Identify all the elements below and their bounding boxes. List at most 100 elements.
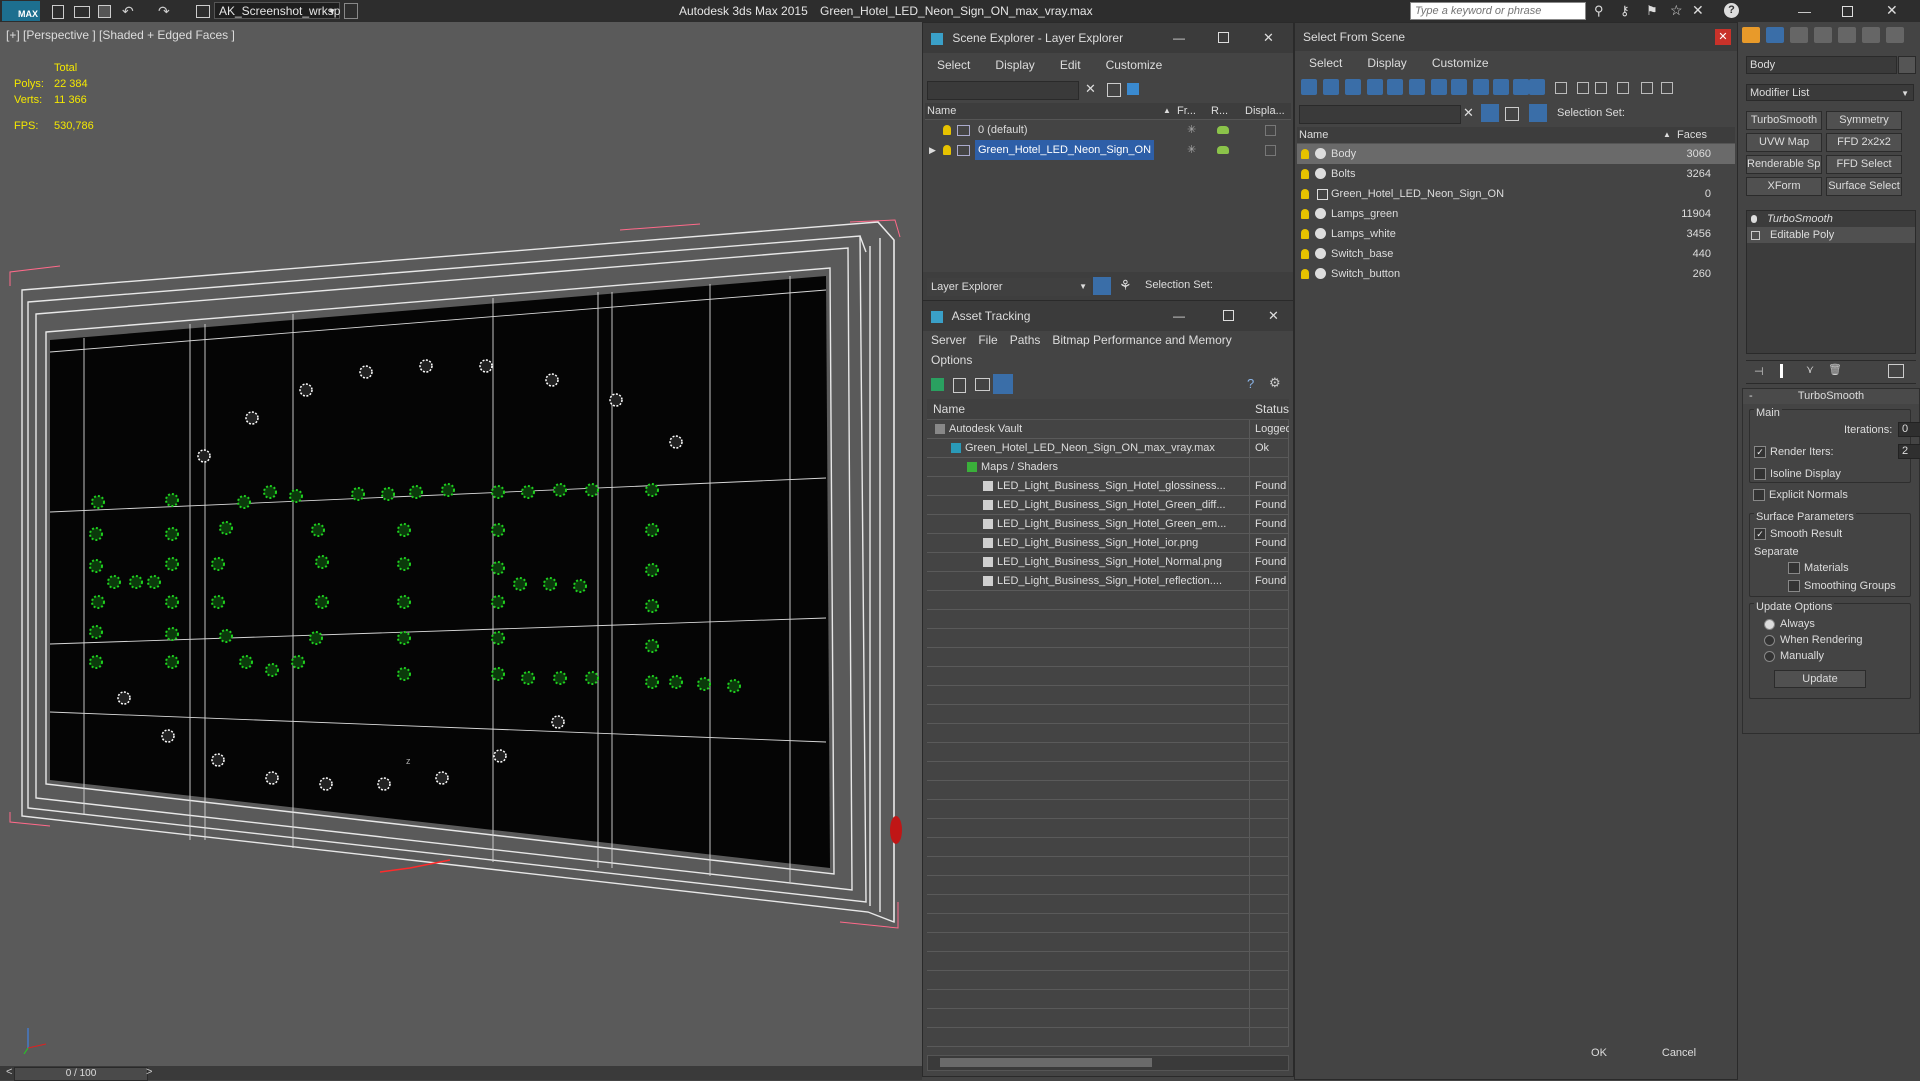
modifier-button[interactable]: FFD 2x2x2 [1826, 133, 1902, 152]
motion-tab-icon[interactable] [1814, 27, 1832, 43]
minimize-icon[interactable]: — [1173, 301, 1185, 331]
isoline-checkbox[interactable] [1754, 468, 1771, 481]
asset-row[interactable]: LED_Light_Business_Sign_Hotel_reflection… [927, 572, 1289, 591]
layer-view-icon[interactable] [1505, 107, 1519, 121]
geometry-filter-icon[interactable] [1301, 79, 1317, 95]
sign-wireframe[interactable]: z [0, 22, 922, 1067]
exchange-icon[interactable]: ✕ [1692, 2, 1704, 19]
time-next-button[interactable]: > [146, 1066, 152, 1078]
new-file-icon[interactable] [52, 5, 64, 19]
modifier-button[interactable]: XForm [1746, 177, 1822, 196]
thumbnail-view-icon[interactable] [975, 378, 990, 391]
maximize-icon[interactable] [1223, 310, 1234, 321]
menu-customize[interactable]: Customize [1106, 58, 1163, 72]
column-status[interactable]: Status [1255, 399, 1289, 419]
object-row[interactable]: Lamps_white 3456 [1297, 224, 1735, 244]
save-file-icon[interactable] [98, 5, 111, 18]
hierarchy-tab-icon[interactable] [1790, 27, 1808, 43]
key-icon[interactable]: ⚷ [1620, 3, 1630, 19]
perspective-viewport[interactable]: [+] [Perspective ] [Shaded + Edged Faces… [0, 22, 922, 1067]
object-color-swatch[interactable] [1898, 56, 1916, 74]
layer-mode-icon[interactable] [1093, 277, 1111, 295]
render-iters-checkbox[interactable]: ✓ [1754, 446, 1771, 459]
remove-modifier-icon[interactable]: 🗑 [1828, 363, 1842, 376]
workspace-dropdown[interactable]: AK_Screenshot_wrksp ▼ [214, 2, 340, 19]
object-name-field[interactable]: Body [1746, 56, 1897, 74]
minimize-icon[interactable]: — [1173, 23, 1185, 53]
menu-customize[interactable]: Customize [1432, 56, 1489, 70]
layer-row[interactable]: ▶ Green_Hotel_LED_Neon_Sign_ON ✳ [925, 140, 1291, 160]
manually-radio[interactable] [1764, 650, 1780, 662]
lightbulb-icon[interactable] [1301, 269, 1309, 279]
lights-filter-icon[interactable] [1345, 79, 1361, 95]
project-icon[interactable] [196, 5, 210, 18]
display-box-icon[interactable] [1265, 145, 1276, 156]
undo-icon[interactable]: ↶ [122, 3, 134, 20]
column-freeze[interactable]: Fr... [1177, 103, 1196, 119]
render-iters-spinner[interactable]: 2 [1898, 444, 1920, 459]
render-teapot-icon[interactable] [1217, 146, 1229, 154]
lightbulb-icon[interactable] [1301, 209, 1309, 219]
object-row[interactable]: Body 3060 [1297, 144, 1735, 164]
filter-filter-icon[interactable] [1617, 82, 1629, 94]
lightbulb-icon[interactable] [1751, 215, 1757, 224]
smooth-result-checkbox[interactable]: ✓ [1754, 528, 1771, 541]
lightbulb-icon[interactable] [943, 145, 951, 155]
object-row[interactable]: Lamps_green 11904 [1297, 204, 1735, 224]
configure-sets-icon[interactable] [1888, 364, 1904, 378]
object-row[interactable]: Bolts 3264 [1297, 164, 1735, 184]
iterations-spinner[interactable]: 0 [1898, 422, 1920, 437]
menu-select[interactable]: Select [937, 58, 970, 72]
asset-row[interactable]: LED_Light_Business_Sign_Hotel_glossiness… [927, 477, 1289, 496]
modifier-button[interactable]: TurboSmooth [1746, 111, 1822, 130]
menu-options[interactable]: Options [931, 353, 972, 367]
open-file-icon[interactable] [74, 6, 90, 18]
subscription-icon[interactable]: ⚑ [1646, 3, 1658, 19]
asset-row[interactable]: LED_Light_Business_Sign_Hotel_ior.png Fou… [927, 534, 1289, 553]
redo-icon[interactable]: ↷ [158, 3, 170, 20]
helpers-filter-icon[interactable] [1387, 79, 1403, 95]
modifier-button[interactable]: Renderable Spline [1746, 155, 1822, 174]
cameras-filter-icon[interactable] [1367, 79, 1383, 95]
asset-row[interactable]: LED_Light_Business_Sign_Hotel_Green_em..… [927, 515, 1289, 534]
always-radio[interactable] [1764, 618, 1780, 630]
ok-button[interactable]: OK [1571, 1043, 1627, 1063]
cancel-button[interactable]: Cancel [1639, 1043, 1719, 1063]
binoculars-icon[interactable]: ⚲ [1594, 3, 1604, 19]
column-name[interactable]: Name [927, 103, 956, 119]
groups-filter-icon[interactable] [1431, 79, 1447, 95]
column-name[interactable]: Name [1299, 127, 1328, 143]
pin-stack-icon[interactable]: ⊣ [1754, 365, 1764, 378]
containers-filter-icon[interactable] [1493, 79, 1509, 95]
render-teapot-icon[interactable] [1217, 126, 1229, 134]
bones-filter-icon[interactable] [1473, 79, 1489, 95]
settings-icon[interactable]: ⚙ [1269, 375, 1281, 391]
display-tab-icon[interactable] [1838, 27, 1856, 43]
scrollbar-thumb[interactable] [940, 1058, 1152, 1067]
time-slider[interactable]: < 0 / 100 > [0, 1066, 922, 1081]
object-row[interactable]: Green_Hotel_LED_Neon_Sign_ON 0 [1297, 184, 1735, 204]
name-filter-input[interactable] [1299, 105, 1461, 124]
layer-row[interactable]: 0 (default) ✳ [925, 120, 1291, 140]
menu-select[interactable]: Select [1309, 56, 1342, 70]
asset-row[interactable]: Green_Hotel_LED_Neon_Sign_ON_max_vray.ma… [927, 439, 1289, 458]
layer-filter-input[interactable] [927, 81, 1079, 100]
explicit-normals-checkbox[interactable] [1753, 489, 1770, 502]
list-view-icon[interactable] [953, 378, 966, 393]
expand-arrow-icon[interactable]: ▶ [929, 140, 936, 160]
menu-display[interactable]: Display [995, 58, 1034, 72]
column-render[interactable]: R... [1211, 103, 1228, 119]
expand-plus-icon[interactable] [1751, 230, 1760, 240]
lightbulb-icon[interactable] [943, 125, 951, 135]
search-input[interactable] [1410, 2, 1586, 20]
space-warps-filter-icon[interactable] [1409, 79, 1425, 95]
column-name[interactable]: Name [933, 399, 965, 419]
freeze-snowflake-icon[interactable]: ✳ [1187, 120, 1196, 140]
select-from-scene-titlebar[interactable]: Select From Scene ✕ [1295, 23, 1737, 51]
object-row[interactable]: Switch_base 440 [1297, 244, 1735, 264]
column-display[interactable]: Displa... [1245, 103, 1285, 119]
help-icon[interactable]: ? [1724, 3, 1739, 18]
show-end-result-icon[interactable] [1780, 364, 1783, 378]
menu-bitmap-performance[interactable]: Bitmap Performance and Memory [1052, 333, 1231, 347]
collapse-filter-icon[interactable] [1661, 82, 1673, 94]
